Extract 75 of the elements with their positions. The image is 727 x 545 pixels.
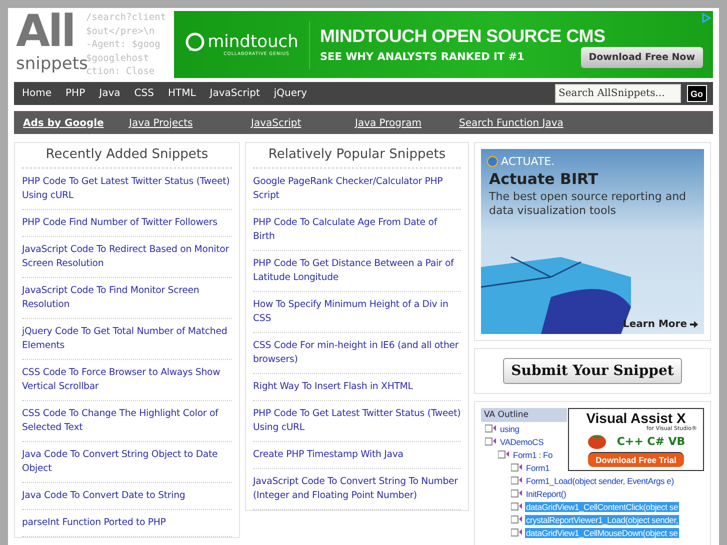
nav-link[interactable]: jQuery <box>274 88 308 99</box>
ad-link[interactable]: JavaScript <box>251 118 355 128</box>
brand-name: mindtouch <box>208 32 298 52</box>
tomato-icon <box>586 433 607 449</box>
banner-headline: MINDTOUCH OPEN SOURCE CMS <box>320 26 606 47</box>
tree-item[interactable]: Form1 : Fo <box>512 450 554 460</box>
tree-item[interactable]: Form1_Load(object sender, EventArgs e) <box>525 476 675 486</box>
snippet-link[interactable]: Java Code To Convert String Object to Date Object <box>22 442 232 483</box>
snippet-link[interactable]: Java Code To Convert Date to String <box>22 483 232 510</box>
nav-link[interactable]: CSS <box>134 88 154 99</box>
logo-wordmark[interactable]: All <box>16 11 74 53</box>
nav-link[interactable]: HTML <box>168 88 196 99</box>
code-text: $googlehost <box>86 52 149 64</box>
snippet-link[interactable]: JavaScript Code To Redirect Based on Monitor Screen Resolution <box>22 237 232 278</box>
snippet-link[interactable]: PHP Code To Calculate Age From Date of Birth <box>253 210 461 251</box>
snippet-link[interactable]: CSS Code To Change The Highlight Color of Selected Text <box>22 401 232 442</box>
snippet-link[interactable]: PHP Code To Get Distance Between a Pair of Latitude Longitude <box>253 251 461 292</box>
snippet-link[interactable]: How To Specify Minimum Height of a Div in CSS <box>253 292 461 333</box>
code-text: -Agent: $goog <box>86 38 160 52</box>
ad-title: Visual Assist X <box>586 410 686 426</box>
tree-node-icon <box>511 502 523 511</box>
snippet-link[interactable]: PHP Code Find Number of Twitter Followers <box>22 210 232 237</box>
snippet-link[interactable]: JavaScript Code To Convert String To Number (Integer and Floating Point Number) <box>253 469 461 510</box>
snippet-link[interactable]: Google PageRank Checker/Calculator PHP Script <box>253 169 461 210</box>
nav-link[interactable]: Java <box>99 88 120 99</box>
code-text: /search?client <box>86 11 166 24</box>
section-heading: Relatively Popular Snippets <box>253 147 461 169</box>
code-text: ction: Close <box>86 66 155 78</box>
snippet-link[interactable]: parseInt Function Ported to PHP <box>22 510 232 537</box>
tree-node-icon <box>485 437 497 446</box>
logo-wordmark[interactable]: snippets <box>16 53 88 75</box>
tree-node-icon <box>511 515 523 524</box>
speech-bubble-icon <box>184 32 205 52</box>
tree-item[interactable]: Form1 <box>525 462 551 472</box>
download-trial-button[interactable]: Download Free Trial <box>588 452 684 467</box>
search-field[interactable]: Search AllSnippets... <box>554 84 680 103</box>
ads-label-link[interactable]: Ads by Google <box>23 118 129 128</box>
snippet-link[interactable]: Right Way To Insert Flash in XHTML <box>253 374 461 401</box>
tree-item[interactable]: using <box>499 424 520 434</box>
ad-link[interactable]: Java Projects <box>129 118 251 128</box>
ad-brand: ACTUATE. <box>501 155 555 168</box>
code-text: $out</pre>\n <box>86 24 155 38</box>
learn-more-link[interactable]: Learn More <box>623 319 698 330</box>
nav-link[interactable]: JavaScript <box>210 88 260 99</box>
ad-link[interactable]: Search Function Java <box>459 118 563 128</box>
snippet-link[interactable]: PHP Code To Get Latest Twitter Status (Tweet) Using cURL <box>22 169 232 210</box>
snippet-link[interactable]: CSS Code For min-height in IE6 (and all other browsers) <box>253 333 461 374</box>
tree-item[interactable]: InitReport() <box>525 488 568 498</box>
tree-node-icon <box>511 463 523 472</box>
snippet-link[interactable]: CSS Code To Force Browser to Always Show Vertical Scrollbar <box>22 360 232 401</box>
nav-link[interactable]: Home <box>22 88 52 99</box>
ad-languages: C++ C# VB <box>616 434 686 448</box>
tree-item[interactable]: VADemoCS <box>499 436 545 446</box>
snippet-link[interactable]: PHP Code To Get Latest Twitter Status (Tweet) Using cURL <box>253 401 461 442</box>
go-button[interactable]: Go <box>686 85 707 102</box>
arrow-right-icon <box>690 321 698 328</box>
nav-link[interactable]: PHP <box>66 88 86 99</box>
tree-node-icon <box>485 424 497 433</box>
tree-node-icon <box>511 528 523 537</box>
tree-node-icon <box>498 450 510 459</box>
tree-node-icon <box>511 489 523 498</box>
banner-subline: SEE WHY ANALYSTS RANKED IT #1 <box>320 51 524 63</box>
snippet-link[interactable]: jQuery Code To Get Total Number of Matched Elements <box>22 319 232 360</box>
ad-text: The best open source reporting and data visualization tools <box>488 189 688 218</box>
submit-snippet-button[interactable]: Submit Your Snippet <box>503 358 682 384</box>
snippet-link[interactable]: JavaScript Code To Find Monitor Screen Resolution <box>22 278 232 319</box>
side-ad[interactable]: ACTUATE. Actuate BIRT The best open source reporting and data visualization tools Learn More <box>481 149 704 334</box>
download-button[interactable]: Download Free Now <box>580 47 703 68</box>
ad-choices-icon[interactable] <box>701 13 711 23</box>
snippet-link[interactable]: Create PHP Timestamp With Java <box>253 442 461 469</box>
ad-title: Actuate BIRT <box>488 169 600 188</box>
tree-node-icon <box>511 476 523 485</box>
section-heading: Recently Added Snippets <box>22 147 232 169</box>
panel-title: VA Outline <box>481 408 567 422</box>
ad-link[interactable]: Java Program <box>355 118 459 128</box>
